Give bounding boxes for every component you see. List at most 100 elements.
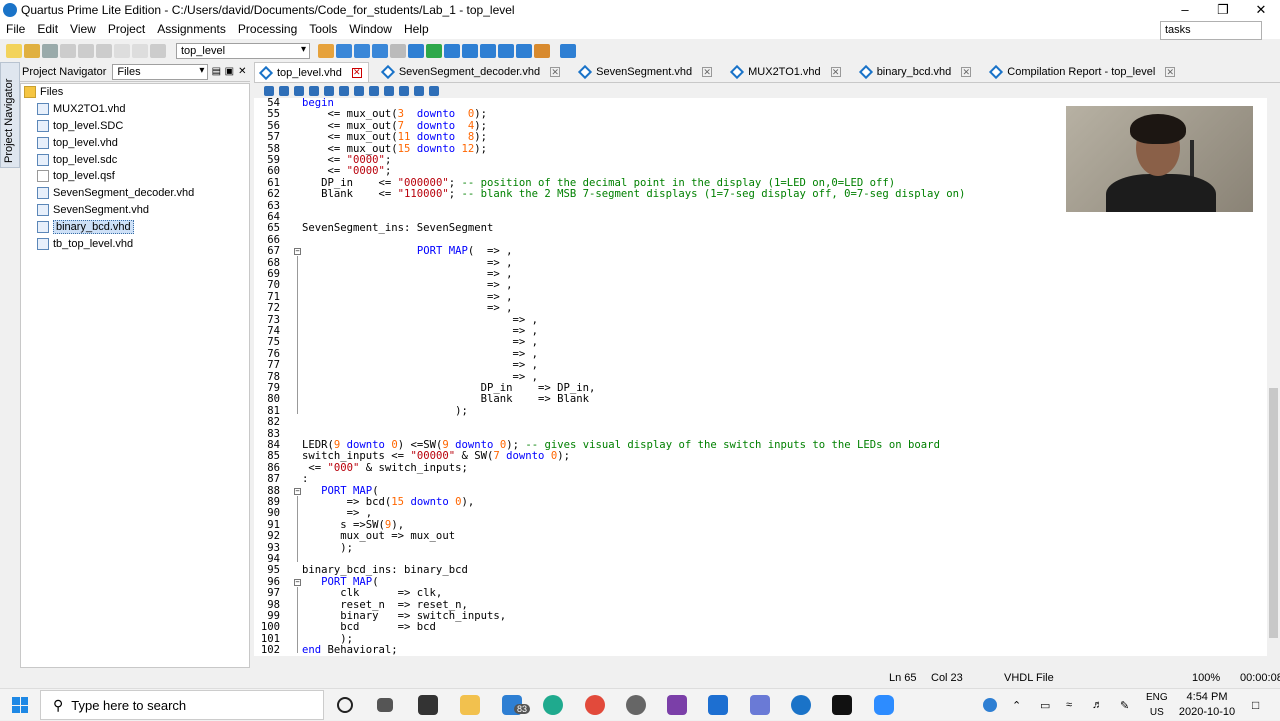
tree-file-item[interactable]: MUX2TO1.vhd [21,101,249,118]
tab-close-icon[interactable]: ✕ [702,67,713,77]
find-next-icon[interactable] [294,85,304,96]
fold-toggle-icon[interactable]: − [294,248,301,256]
fold-toggle-icon[interactable]: − [294,487,301,495]
tab-sevensegment-decoder[interactable]: SevenSegment_decoder.vhd ✕ [377,62,566,82]
navigator-menu-icon[interactable]: ▤ [211,66,221,77]
cortana-icon[interactable] [337,697,353,713]
tree-file-item[interactable]: SevenSegment_decoder.vhd [21,185,249,202]
help-chat-icon[interactable] [560,44,576,58]
chrome-icon[interactable] [585,695,605,715]
entity-combo[interactable]: top_level [176,43,310,59]
zoom-icon[interactable] [874,695,894,715]
platform-designer-icon[interactable] [534,44,550,58]
menu-project[interactable]: Project [102,22,151,36]
syntax-icon[interactable] [414,85,424,96]
tree-file-item[interactable]: top_level.SDC [21,118,249,135]
pin-planner-icon[interactable] [354,44,370,58]
tab-binary-bcd[interactable]: binary_bcd.vhd ✕ [855,62,978,82]
scroll-thumb[interactable] [1269,388,1278,638]
file-explorer-icon[interactable] [460,695,480,715]
block-icon[interactable] [399,85,409,96]
comment-icon[interactable] [339,85,349,96]
edge-icon[interactable] [543,695,563,715]
copy-icon[interactable] [78,44,94,58]
paste-icon[interactable] [96,44,112,58]
analysis-synthesis-icon[interactable] [426,44,442,58]
new-file-icon[interactable] [6,44,22,58]
save-icon[interactable] [42,44,58,58]
timing-analyzer-icon[interactable] [462,44,478,58]
menu-file[interactable]: File [0,22,31,36]
minimize-icon[interactable]: – [1166,0,1204,19]
tab-compilation-report[interactable]: Compilation Report - top_level ✕ [985,62,1181,82]
undo-icon[interactable] [114,44,130,58]
tree-file-item[interactable]: tb_top_level.vhd [21,235,249,252]
pen-icon[interactable]: ✎ [1120,689,1129,721]
open-icon[interactable] [264,85,274,96]
find-icon[interactable] [279,85,289,96]
fitter-icon[interactable] [444,44,460,58]
assignment-editor-icon[interactable] [336,44,352,58]
close-icon[interactable]: ✕ [1242,0,1280,19]
taskbar-clock[interactable]: 4:54 PM 2020-10-10 [1172,690,1242,720]
navigator-close-icon[interactable]: ✕ [237,66,247,77]
tab-close-icon[interactable]: ✕ [961,67,972,77]
project-navigator-side-tab[interactable]: Project Navigator [0,62,20,168]
unindent-icon[interactable] [324,85,334,96]
language-indicator[interactable]: ENG US [1146,690,1168,720]
netlist-viewer-icon[interactable] [498,44,514,58]
volume-icon[interactable]: ♬ [1092,689,1103,721]
windows-start-icon[interactable] [12,697,28,713]
cut-icon[interactable] [60,44,76,58]
project-icon[interactable] [150,44,166,58]
restore-icon[interactable]: ❐ [1204,0,1242,19]
menu-processing[interactable]: Processing [232,22,303,36]
tab-close-icon[interactable]: ✕ [830,67,841,77]
tab-top-level-vhd[interactable]: top_level.vhd ✕ [254,62,369,82]
tree-file-item[interactable]: top_level.vhd [21,134,249,151]
open-file-icon[interactable] [24,44,40,58]
menu-assignments[interactable]: Assignments [151,22,232,36]
settings-gear-icon[interactable] [626,695,646,715]
onenote-icon[interactable] [667,695,687,715]
m-app-icon[interactable] [832,695,852,715]
editor-vertical-scrollbar[interactable] [1267,98,1280,656]
menu-edit[interactable]: Edit [31,22,64,36]
start-compilation-icon[interactable] [408,44,424,58]
notification-icon[interactable]: □ [1252,689,1259,721]
settings-icon[interactable] [318,44,334,58]
help-tray-icon[interactable] [983,698,997,712]
insert-template-icon[interactable] [384,85,394,96]
wifi-icon[interactable]: ≈ [1066,689,1072,721]
tasks-search-input[interactable]: tasks [1160,21,1262,40]
line-numbers-icon[interactable] [429,85,439,96]
quartus-taskbar-icon[interactable] [791,695,811,715]
tree-folder-files[interactable]: Files [21,84,249,101]
fold-toggle-icon[interactable]: − [294,578,301,586]
stop-icon[interactable] [390,44,406,58]
redo-icon[interactable] [132,44,148,58]
tree-file-item[interactable]: top_level.sdc [21,151,249,168]
navigator-float-icon[interactable]: ▣ [224,66,234,77]
programmer-icon[interactable] [516,44,532,58]
bookmark-icon[interactable] [369,85,379,96]
store-icon[interactable] [418,695,438,715]
editor-horizontal-scrollbar[interactable] [254,656,1280,668]
taskbar-search-box[interactable]: ⚲ Type here to search [40,690,324,720]
menu-help[interactable]: Help [398,22,435,36]
uncomment-icon[interactable] [354,85,364,96]
tree-file-item-selected[interactable]: binary_bcd.vhd [21,218,249,235]
tab-close-icon[interactable]: ✕ [1165,67,1176,77]
tab-close-icon[interactable]: ✕ [351,67,362,78]
tab-mux2to1[interactable]: MUX2TO1.vhd ✕ [726,62,847,82]
navigator-view-combo[interactable]: Files [112,63,209,80]
tree-file-item[interactable]: SevenSegment.vhd [21,202,249,219]
tree-file-item[interactable]: top_level.qsf [21,168,249,185]
discord-icon[interactable] [750,695,770,715]
menu-tools[interactable]: Tools [303,22,343,36]
tab-close-icon[interactable]: ✕ [550,67,561,77]
tab-sevensegment[interactable]: SevenSegment.vhd ✕ [574,62,718,82]
network-icon[interactable]: ▭ [1040,689,1050,721]
menu-window[interactable]: Window [343,22,398,36]
tray-chevron-icon[interactable]: ⌃ [1012,689,1021,721]
